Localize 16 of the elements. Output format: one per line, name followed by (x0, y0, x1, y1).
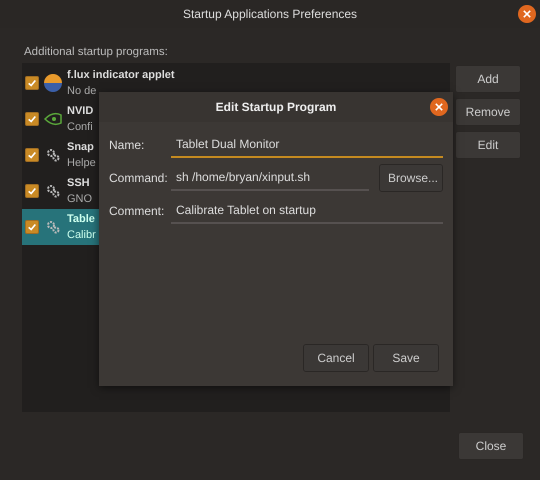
field-label: Command: (109, 171, 169, 185)
window-title: Startup Applications Preferences (182, 7, 358, 21)
list-label: Additional startup programs: (23, 46, 169, 58)
program-name: SSH (67, 176, 91, 191)
field-label: Comment: (109, 204, 166, 218)
field-label: Name: (109, 138, 146, 152)
program-name: f.lux indicator applet (67, 68, 175, 83)
program-name: NVID (67, 104, 94, 119)
program-comment: GNO (67, 192, 92, 207)
program-name: Table (67, 212, 96, 227)
dialog-title: Edit Startup Program (216, 100, 336, 114)
program-comment: Helpe (67, 156, 96, 171)
program-comment: Confi (67, 120, 94, 135)
program-comment: No de (67, 84, 98, 99)
program-comment: Calibr (67, 228, 96, 243)
program-name: Snap (67, 140, 95, 155)
